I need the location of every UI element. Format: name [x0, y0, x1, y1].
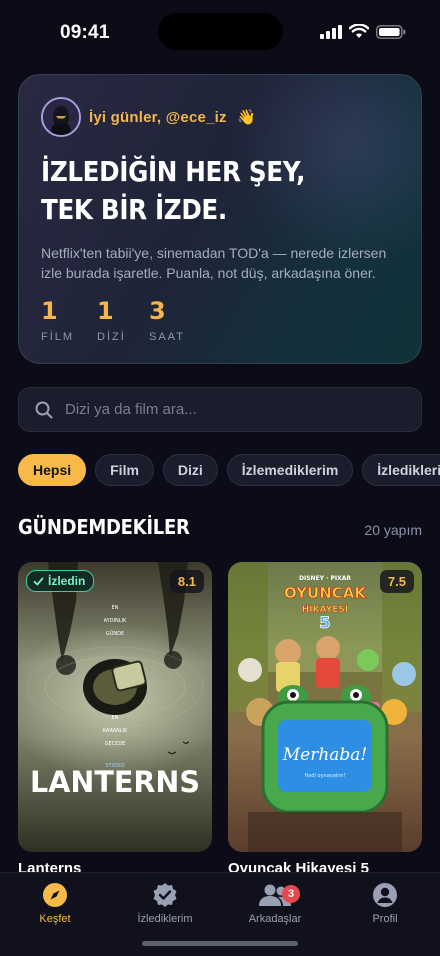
stat-label: SAAT [149, 331, 185, 343]
poster-tagline-6: GECEDE [105, 741, 126, 747]
rating-badge: 8.1 [169, 570, 204, 593]
poster-tagline-4: EN [112, 715, 119, 721]
rating-badge: 7.5 [379, 570, 414, 593]
chip-series[interactable]: Dizi [162, 454, 218, 486]
movie-card-lanterns[interactable]: EN AYDINLIK GÜNDE EN KARANLIK GECEDE STU… [18, 562, 212, 852]
watched-badge-label: İzledin [48, 574, 86, 588]
battery-icon [376, 24, 406, 39]
poster-title: LANTERNS [30, 765, 200, 799]
screen-subtext: Hadi oynayalım! [305, 773, 346, 779]
stat-series: 1 DİZİ [97, 297, 155, 343]
search-input[interactable] [65, 401, 385, 418]
compass-icon [0, 881, 110, 909]
search-icon [35, 401, 53, 418]
poster-title-a: OYUNCAK [284, 584, 367, 602]
stat-value: 1 [41, 297, 58, 325]
tab-label: İzlediklerim [137, 913, 193, 925]
stat-value: 3 [149, 297, 166, 325]
profile-icon [330, 881, 440, 909]
users-icon [220, 881, 330, 909]
avatar[interactable] [41, 97, 81, 137]
dynamic-island [158, 13, 283, 50]
badge-check-icon [110, 881, 220, 909]
check-icon [33, 577, 44, 585]
tab-watched[interactable]: İzlediklerim [110, 881, 220, 925]
cellular-signal-icon [320, 24, 342, 39]
wave-emoji: 👋 [237, 108, 256, 126]
screen-text: Merhaba! [282, 745, 368, 765]
stat-label: FİLM [41, 331, 75, 343]
watched-badge: İzledin [26, 570, 95, 592]
toy-story-poster: DISNEY · PIXAR OYUNCAK HİKAYESİ 5 Merhab… [228, 562, 422, 852]
stat-label: DİZİ [97, 331, 126, 343]
stats-row: 1 FİLM 1 DİZİ 3 SAAT [41, 297, 207, 343]
hero-card: İyi günler, @ece_iz 👋 İZLEDİĞİN HER ŞEY,… [18, 74, 422, 364]
tab-friends[interactable]: 3 Arkadaşlar [220, 881, 330, 925]
greeting-text: İyi günler, @ece_iz 👋 [89, 108, 256, 126]
stat-hours: 3 SAAT [149, 297, 207, 343]
hero-title-line-2: TEK BİR İZDE. [41, 193, 227, 226]
status-icons [320, 24, 406, 39]
chip-all[interactable]: Hepsi [18, 454, 87, 486]
chip-film[interactable]: Film [95, 454, 154, 486]
hero-title: İZLEDİĞİN HER ŞEY, TEK BİR İZDE. [41, 153, 358, 229]
movie-card-oyuncak-hikayesi-5[interactable]: DISNEY · PIXAR OYUNCAK HİKAYESİ 5 Merhab… [228, 562, 422, 852]
chip-unwatched[interactable]: İzlemediklerim [226, 454, 354, 486]
poster-number: 5 [319, 613, 330, 632]
tab-label: Keşfet [39, 913, 71, 925]
tab-label: Profil [372, 913, 398, 925]
poster-studio: DISNEY · PIXAR [299, 575, 351, 582]
tab-label: Arkadaşlar [248, 913, 302, 925]
chip-watched[interactable]: İzlediklerim [362, 454, 440, 486]
home-indicator[interactable] [142, 941, 298, 946]
stat-value: 1 [97, 297, 114, 325]
tab-discover[interactable]: Keşfet [0, 881, 110, 925]
status-bar: 09:41 [0, 0, 440, 62]
poster-tagline-1: EN [112, 605, 119, 611]
status-time: 09:41 [60, 22, 110, 43]
notification-badge: 3 [282, 885, 300, 903]
avatar-image [43, 99, 79, 135]
lanterns-poster: EN AYDINLIK GÜNDE EN KARANLIK GECEDE STU… [18, 562, 212, 852]
greeting-label: İyi günler, @ece_iz [89, 109, 227, 126]
search-bar[interactable] [18, 387, 422, 432]
poster-tagline-3: GÜNDE [106, 630, 124, 637]
hero-description: Netflix'ten tabii'ye, sinemadan TOD'a — … [41, 245, 387, 281]
wifi-icon [349, 24, 369, 38]
section-title: GÜNDEMDEKİLER [18, 515, 190, 539]
poster-tagline-2: AYDINLIK [104, 618, 127, 624]
hero-title-line-1: İZLEDİĞİN HER ŞEY, [41, 155, 306, 188]
poster-tagline-5: KARANLIK [103, 728, 128, 734]
stat-films: 1 FİLM [41, 297, 99, 343]
filter-chips: Hepsi Film Dizi İzlemediklerim İzledikle… [18, 454, 440, 486]
section-count: 20 yapım [364, 522, 422, 538]
tab-profile[interactable]: Profil [330, 881, 440, 925]
